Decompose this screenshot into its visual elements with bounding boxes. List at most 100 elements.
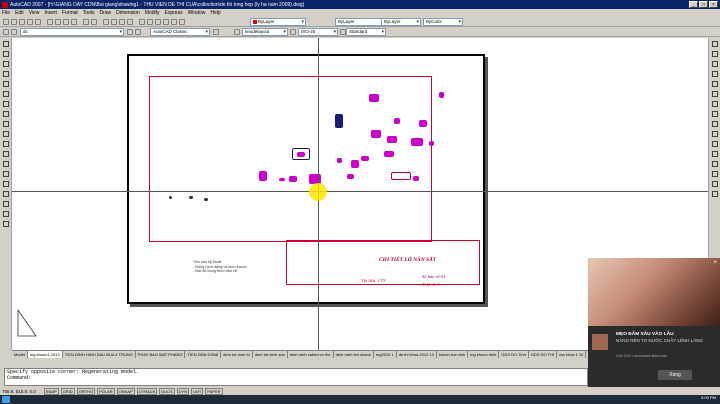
minimize-button[interactable]: _ xyxy=(689,1,698,8)
layer-state-icon[interactable] xyxy=(11,29,17,35)
layout-tab[interactable]: de thi khoa 2012 13 xyxy=(397,351,437,358)
layout-tab[interactable]: dem ranh cabbd co the xyxy=(288,351,334,358)
arc-icon[interactable] xyxy=(2,91,9,97)
fillet-icon[interactable] xyxy=(711,181,718,187)
menu-tools[interactable]: Tools xyxy=(83,10,95,16)
copy-icon[interactable] xyxy=(55,19,61,25)
close-button[interactable]: × xyxy=(709,1,718,8)
ellipse-icon[interactable] xyxy=(2,131,9,137)
pan-icon[interactable] xyxy=(103,19,109,25)
menu-express[interactable]: Express xyxy=(165,10,183,16)
match-properties-icon[interactable] xyxy=(71,19,77,25)
trim-icon[interactable] xyxy=(711,131,718,137)
osnap-toggle[interactable]: OSNAP xyxy=(116,387,135,395)
text-style-icon[interactable] xyxy=(234,29,240,35)
menu-help[interactable]: Help xyxy=(210,10,220,16)
erase-icon[interactable] xyxy=(711,41,718,47)
ad-image[interactable]: × xyxy=(588,258,720,326)
layout-tab[interactable]: TIEN DDN DSN8 xyxy=(185,351,222,358)
gradient-icon[interactable] xyxy=(2,191,9,197)
ortho-toggle[interactable]: ORTHO xyxy=(76,387,96,395)
dismiss-button[interactable]: Xong xyxy=(658,370,692,380)
zoom-previous-icon[interactable] xyxy=(127,19,133,25)
construction-line-icon[interactable] xyxy=(2,51,9,57)
layout-tab[interactable]: PHAY BAO MAT PHANG xyxy=(136,351,186,358)
maximize-button[interactable]: □ xyxy=(699,1,708,8)
start-button[interactable] xyxy=(2,396,10,403)
polygon-icon[interactable] xyxy=(2,71,9,77)
plot-icon[interactable] xyxy=(27,19,33,25)
region-icon[interactable] xyxy=(2,201,9,207)
line-icon[interactable] xyxy=(2,41,9,47)
spline-icon[interactable] xyxy=(2,121,9,127)
open-icon[interactable] xyxy=(11,19,17,25)
layer-manager-icon[interactable] xyxy=(3,29,9,35)
join-icon[interactable] xyxy=(711,161,718,167)
new-icon[interactable] xyxy=(3,19,9,25)
markup-icon[interactable] xyxy=(163,19,169,25)
lineweight-dropdown[interactable]: ByLayer xyxy=(381,18,421,26)
layout-tab[interactable]: mg2019 1 xyxy=(374,351,397,358)
point-icon[interactable] xyxy=(2,171,9,177)
menu-insert[interactable]: Insert xyxy=(44,10,57,16)
zoom-realtime-icon[interactable] xyxy=(111,19,117,25)
text-style-dropdown[interactable]: tieudelayout xyxy=(242,28,288,36)
cut-icon[interactable] xyxy=(47,19,53,25)
menu-file[interactable]: File xyxy=(2,10,10,16)
close-icon[interactable]: × xyxy=(713,260,717,266)
menu-modify[interactable]: Modify xyxy=(145,10,160,16)
autocad-app-icon[interactable] xyxy=(2,1,8,8)
menu-window[interactable]: Window xyxy=(188,10,206,16)
offset-icon[interactable] xyxy=(711,71,718,77)
lwt-toggle[interactable]: LWT xyxy=(191,387,204,395)
multiline-text-icon[interactable] xyxy=(2,221,9,227)
circle-icon[interactable] xyxy=(2,101,9,107)
layout-tab[interactable]: mg khuon hinh xyxy=(468,351,500,358)
layout-tab[interactable]: dem tot mon tu xyxy=(221,351,253,358)
ellipse-arc-icon[interactable] xyxy=(2,141,9,147)
save-icon[interactable] xyxy=(19,19,25,25)
workspace-settings-icon[interactable] xyxy=(213,29,219,35)
color-dropdown[interactable]: ByLayer xyxy=(250,18,306,26)
layer-previous-icon[interactable] xyxy=(135,29,141,35)
layout-tab[interactable]: GDS DO THI xyxy=(529,351,558,358)
layout-tab[interactable]: GDS DO Tinh xyxy=(499,351,529,358)
paper-toggle[interactable]: PAPER xyxy=(205,387,223,395)
menu-format[interactable]: Format xyxy=(62,10,78,16)
make-current-layer-icon[interactable] xyxy=(127,29,133,35)
dyn-toggle[interactable]: DYN xyxy=(176,387,190,395)
tab-model[interactable]: Model xyxy=(12,351,28,358)
taskbar-clock[interactable]: 5:09 PM xyxy=(701,396,716,400)
layout-tab[interactable]: khuon bon tinh xyxy=(437,351,469,358)
menu-view[interactable]: View xyxy=(29,10,40,16)
redo-icon[interactable] xyxy=(91,19,97,25)
table-style-dropdown[interactable]: Standard xyxy=(346,28,386,36)
table-icon[interactable] xyxy=(2,211,9,217)
move-icon[interactable] xyxy=(711,91,718,97)
revision-cloud-icon[interactable] xyxy=(2,111,9,117)
explode-icon[interactable] xyxy=(711,191,718,197)
break-icon[interactable] xyxy=(711,151,718,157)
layer-dropdown[interactable]: dc xyxy=(20,28,124,36)
properties-icon[interactable] xyxy=(139,19,145,25)
undo-icon[interactable] xyxy=(83,19,89,25)
layout-tab[interactable]: ma khoa 1 10 xyxy=(557,351,587,358)
make-block-icon[interactable] xyxy=(2,161,9,167)
grid-toggle[interactable]: GRID xyxy=(60,387,75,395)
snap-toggle[interactable]: SNAP xyxy=(43,387,59,395)
mirror-icon[interactable] xyxy=(711,61,718,67)
plotstyle-dropdown[interactable]: ByColor xyxy=(423,18,463,26)
layout-tab[interactable]: mg khuon1 2013 xyxy=(27,351,63,358)
help-icon[interactable] xyxy=(179,19,185,25)
calculator-icon[interactable] xyxy=(171,19,177,25)
zoom-window-icon[interactable] xyxy=(119,19,125,25)
extend-icon[interactable] xyxy=(711,141,718,147)
design-center-icon[interactable] xyxy=(147,19,153,25)
menu-draw[interactable]: Draw xyxy=(99,10,111,16)
chamfer-icon[interactable] xyxy=(711,171,718,177)
otrack-toggle[interactable]: OTRACK xyxy=(136,387,158,395)
insert-block-icon[interactable] xyxy=(2,151,9,157)
layout-tab[interactable]: dem ranh tim chanh xyxy=(334,351,374,358)
menu-edit[interactable]: Edit xyxy=(15,10,24,16)
rotate-icon[interactable] xyxy=(711,101,718,107)
